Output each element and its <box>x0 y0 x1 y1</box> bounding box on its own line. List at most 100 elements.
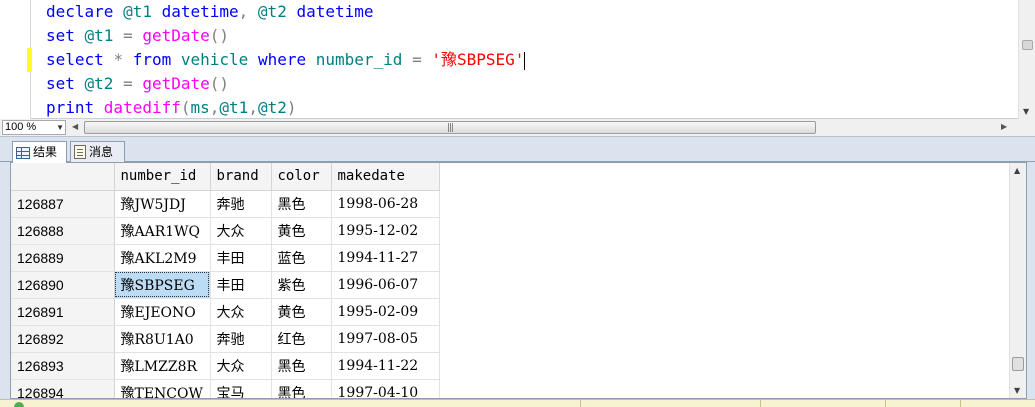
editor-vertical-scrollbar[interactable]: ▼ <box>1018 0 1035 119</box>
editor-scroll-thumb[interactable] <box>1022 40 1033 50</box>
column-header[interactable]: color <box>271 163 332 191</box>
code-token: set <box>46 74 85 93</box>
sql-code[interactable]: declare @t1 datetime, @t2 datetime set @t… <box>46 0 526 120</box>
row-number[interactable]: 126887 <box>11 190 115 218</box>
table-cell[interactable]: 1995-12-02 <box>331 217 440 245</box>
sql-editor[interactable]: declare @t1 datetime, @t2 datetime set @t… <box>0 0 1035 119</box>
table-cell[interactable]: 豫LMZZ8R <box>114 352 211 380</box>
column-header[interactable]: brand <box>210 163 272 191</box>
table-cell[interactable]: 大众 <box>210 298 272 326</box>
code-token: number_id <box>315 50 413 69</box>
table-row[interactable]: 126893 豫LMZZ8R 大众 黑色 1994-11-22 <box>11 352 440 380</box>
code-token: @t1 <box>123 2 162 21</box>
scroll-up-icon[interactable]: ▲ <box>1014 166 1020 175</box>
zoom-select[interactable]: 100 % ▼ <box>2 120 66 135</box>
table-row[interactable]: 126889 豫AKL2M9 丰田 蓝色 1994-11-27 <box>11 244 440 272</box>
code-line[interactable]: print datediff(ms,@t1,@t2) <box>46 96 525 120</box>
table-row[interactable]: 126891 豫EJEONO 大众 黄色 1995-02-09 <box>11 298 440 326</box>
code-token: () <box>209 26 230 45</box>
table-cell[interactable]: 豫JW5JDJ <box>114 190 211 218</box>
table-cell[interactable]: 豫AAR1WQ <box>114 217 211 245</box>
grid-scroll-thumb[interactable] <box>1012 357 1024 371</box>
table-cell[interactable]: 大众 <box>210 352 272 380</box>
code-line[interactable]: select * from vehicle where number_id = … <box>46 48 526 72</box>
table-cell[interactable]: 奔驰 <box>210 325 272 353</box>
table-cell[interactable]: 1997-04-10 <box>331 379 440 398</box>
table-row[interactable]: 126888 豫AAR1WQ 大众 黄色 1995-12-02 <box>11 217 440 245</box>
code-token: select <box>46 50 114 69</box>
scroll-right-icon[interactable]: ▶ <box>1001 122 1007 131</box>
table-cell[interactable]: 黑色 <box>271 352 332 380</box>
table-row[interactable]: 126892 豫R8U1A0 奔驰 红色 1997-08-05 <box>11 325 440 353</box>
table-cell[interactable]: 豫EJEONO <box>114 298 211 326</box>
grid-vertical-scrollbar[interactable]: ▲ ▼ <box>1009 163 1026 398</box>
code-token: , <box>248 98 258 117</box>
status-divider <box>760 400 761 407</box>
table-cell[interactable]: 1994-11-22 <box>331 352 440 380</box>
table-cell[interactable]: 红色 <box>271 325 332 353</box>
table-cell[interactable]: 黑色 <box>271 379 332 398</box>
code-token: = <box>123 26 143 45</box>
table-cell[interactable]: 紫色 <box>271 271 332 299</box>
table-cell[interactable]: 宝马 <box>210 379 272 398</box>
results-grid[interactable]: number_id brand color makedate 126887 豫JW… <box>10 162 1027 399</box>
table-cell[interactable]: 丰田 <box>210 244 272 272</box>
scroll-down-icon[interactable]: ▼ <box>1023 107 1029 116</box>
grip-icon: ||| <box>447 123 454 133</box>
table-cell[interactable]: 大众 <box>210 217 272 245</box>
row-number[interactable]: 126889 <box>11 244 115 272</box>
editor-horizontal-scrollbar: 100 % ▼ ◀ ||| ▶ <box>0 119 1035 137</box>
code-token: ) <box>286 98 297 117</box>
code-token: ms <box>190 98 210 117</box>
table-row[interactable]: 126887 豫JW5JDJ 奔驰 黑色 1998-06-28 <box>11 190 440 218</box>
code-line[interactable]: set @t2 = getDate() <box>46 72 525 96</box>
table-cell[interactable]: 豫TENCOW <box>114 379 211 398</box>
table-cell[interactable]: 1994-11-27 <box>331 244 440 272</box>
table-cell[interactable]: 黑色 <box>271 190 332 218</box>
table-cell[interactable]: 1998-06-28 <box>331 190 440 218</box>
status-ok-icon <box>14 402 24 407</box>
code-token: print <box>46 98 104 117</box>
tab-results-label: 结果 <box>33 145 58 159</box>
horizontal-scroll-thumb[interactable]: ||| <box>84 121 816 134</box>
status-bar <box>0 399 1035 407</box>
table-cell[interactable]: 丰田 <box>210 271 272 299</box>
table-cell[interactable]: 黄色 <box>271 217 332 245</box>
code-line[interactable]: set @t1 = getDate() <box>46 24 525 48</box>
table-cell[interactable]: 1997-08-05 <box>331 325 440 353</box>
row-number[interactable]: 126891 <box>11 298 115 326</box>
table-cell[interactable]: 1996-06-07 <box>331 271 440 299</box>
row-number[interactable]: 126893 <box>11 352 115 380</box>
scroll-left-icon[interactable]: ◀ <box>72 122 78 131</box>
table-row[interactable]: 126890 豫SBPSEG 丰田 紫色 1996-06-07 <box>11 271 440 299</box>
table-cell[interactable]: 1995-02-09 <box>331 298 440 326</box>
tab-messages-label: 消息 <box>89 144 114 159</box>
table-row[interactable]: 126894 豫TENCOW 宝马 黑色 1997-04-10 <box>11 379 440 398</box>
code-token: datediff <box>103 98 181 117</box>
table-cell[interactable]: 奔驰 <box>210 190 272 218</box>
code-token: * <box>113 50 133 69</box>
table-cell[interactable]: 豫SBPSEG <box>114 271 211 299</box>
message-icon <box>74 145 86 159</box>
table-cell[interactable]: 豫AKL2M9 <box>114 244 211 272</box>
column-header[interactable]: number_id <box>114 163 211 191</box>
table-cell[interactable]: 蓝色 <box>271 244 332 272</box>
row-number[interactable]: 126890 <box>11 271 115 299</box>
table-cell[interactable]: 豫R8U1A0 <box>114 325 211 353</box>
chevron-down-icon[interactable]: ▼ <box>56 121 64 134</box>
corner-cell[interactable] <box>11 163 115 191</box>
code-token: set <box>46 26 85 45</box>
code-line[interactable]: declare @t1 datetime, @t2 datetime <box>46 0 525 24</box>
row-number[interactable]: 126892 <box>11 325 115 353</box>
tab-results[interactable]: 结果 <box>12 141 67 163</box>
table-cell[interactable]: 黄色 <box>271 298 332 326</box>
tab-messages[interactable]: 消息 <box>70 141 125 162</box>
code-token: @t2 <box>84 74 124 93</box>
code-token: , <box>238 2 258 21</box>
code-token: where <box>257 50 316 69</box>
scroll-down-icon[interactable]: ▼ <box>1014 386 1020 395</box>
column-header[interactable]: makedate <box>331 163 440 191</box>
code-token: ( <box>180 98 191 117</box>
row-number[interactable]: 126894 <box>11 379 115 398</box>
row-number[interactable]: 126888 <box>11 217 115 245</box>
